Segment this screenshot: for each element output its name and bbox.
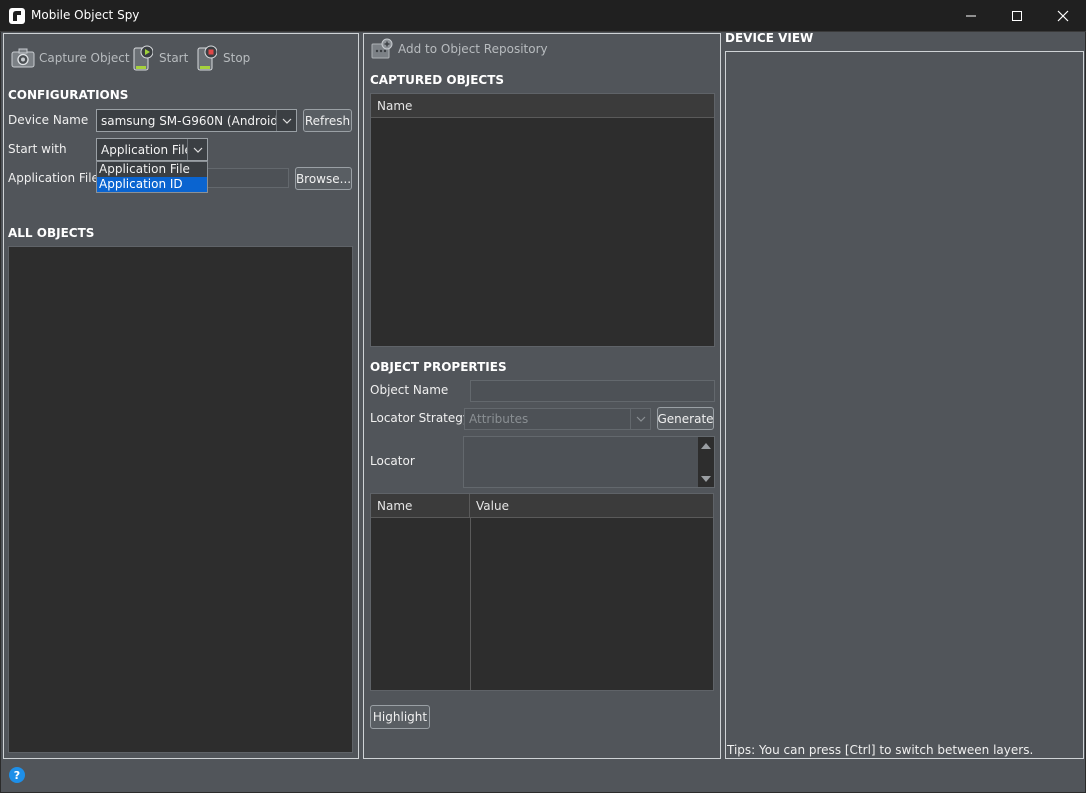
device-name-label: Device Name (8, 113, 89, 127)
locator-strategy-label: Locator Strategy (370, 411, 470, 425)
title-bar: Mobile Object Spy (0, 0, 1086, 32)
scroll-up-icon[interactable] (701, 442, 711, 450)
maximize-icon (1012, 11, 1022, 21)
chevron-down-icon[interactable] (630, 409, 650, 429)
locator-textarea[interactable] (463, 436, 715, 488)
window-title: Mobile Object Spy (31, 8, 140, 22)
generate-button[interactable]: Generate (657, 407, 714, 430)
start-with-value: Application File (101, 142, 192, 157)
minimize-button[interactable] (948, 0, 994, 32)
start-with-combo[interactable]: Application File (96, 138, 208, 161)
object-name-label: Object Name (370, 383, 449, 397)
stop-label: Stop (223, 51, 251, 65)
app-icon (9, 8, 25, 24)
device-view-tip: Tips: You can press [Ctrl] to switch bet… (727, 743, 1034, 757)
device-stop-icon (197, 45, 217, 71)
all-objects-tree[interactable] (8, 246, 353, 753)
device-view-panel[interactable] (725, 51, 1084, 759)
captured-objects-name-header[interactable]: Name (371, 94, 714, 118)
stop-button[interactable]: Stop (197, 44, 250, 72)
capture-object-label: Capture Object (39, 51, 130, 65)
properties-name-header[interactable]: Name (371, 494, 470, 518)
device-view-title: DEVICE VIEW (725, 31, 814, 45)
object-properties-title: OBJECT PROPERTIES (370, 360, 507, 374)
minimize-icon (966, 15, 976, 17)
start-label: Start (159, 51, 189, 65)
start-with-dropdown: Application File Application ID (96, 161, 208, 193)
start-with-label: Start with (8, 142, 67, 156)
chevron-down-icon[interactable] (276, 110, 296, 131)
dropdown-option-application-id[interactable]: Application ID (97, 177, 207, 192)
application-file-label: Application File (8, 171, 99, 185)
start-button[interactable]: Start (133, 44, 188, 72)
close-button[interactable] (1040, 0, 1086, 32)
browse-button[interactable]: Browse... (295, 167, 352, 190)
device-start-icon (133, 45, 153, 71)
all-objects-title: ALL OBJECTS (8, 226, 95, 240)
add-to-object-repository-button[interactable]: Add to Object Repository (371, 36, 548, 62)
capture-object-button[interactable]: Capture Object (11, 45, 130, 71)
camera-icon (11, 48, 35, 68)
locator-strategy-combo[interactable]: Attributes (464, 408, 651, 430)
highlight-button[interactable]: Highlight (370, 705, 430, 729)
close-icon (1057, 10, 1069, 22)
properties-table[interactable]: Name Value (370, 493, 714, 691)
captured-objects-title: CAPTURED OBJECTS (370, 73, 505, 87)
locator-strategy-value: Attributes (469, 412, 529, 426)
add-repository-icon (371, 38, 393, 59)
object-name-input[interactable] (470, 380, 715, 402)
device-name-value: samsung SM-G960N (Android 10) (101, 113, 297, 128)
help-icon[interactable]: ? (9, 767, 25, 783)
add-to-repository-label: Add to Object Repository (398, 42, 548, 56)
column-divider (470, 518, 471, 690)
device-name-combo[interactable]: samsung SM-G960N (Android 10) (96, 109, 297, 132)
captured-objects-list[interactable]: Name (370, 93, 715, 347)
locator-scrollbar[interactable] (698, 437, 714, 487)
refresh-button[interactable]: Refresh (303, 109, 352, 132)
dropdown-option-application-file[interactable]: Application File (97, 162, 207, 177)
locator-label: Locator (370, 454, 415, 468)
configurations-title: CONFIGURATIONS (8, 88, 129, 102)
maximize-button[interactable] (994, 0, 1040, 32)
scroll-down-icon[interactable] (701, 475, 711, 483)
chevron-down-icon[interactable] (187, 139, 207, 160)
properties-value-header[interactable]: Value (470, 494, 713, 518)
